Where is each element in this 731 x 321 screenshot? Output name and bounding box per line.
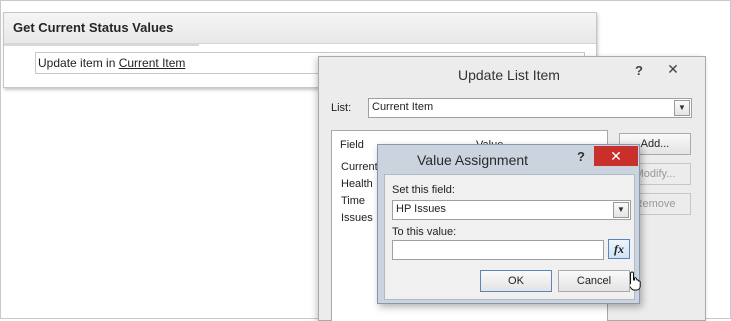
to-value-label: To this value: [392,226,457,238]
update-list-item-title: Update List Item [458,67,560,83]
set-field-label: Set this field: [392,184,455,196]
grid-header-field: Field [340,139,364,151]
va-close-button[interactable]: ✕ [594,146,638,166]
help-button[interactable]: ? [635,63,643,78]
to-value-input[interactable] [392,240,604,260]
value-assignment-dialog: Value Assignment ? ✕ Set this field: HP … [377,144,641,304]
current-item-link[interactable]: Current Item [119,56,186,70]
set-field-select[interactable]: HP Issues ▼ [392,200,631,220]
step-header: Get Current Status Values [4,13,596,44]
grid-row[interactable]: Current [341,161,378,173]
close-button[interactable]: ✕ [658,60,688,78]
value-assignment-body: Set this field: HP Issues ▼ To this valu… [384,174,641,300]
chevron-down-icon[interactable]: ▼ [674,100,690,116]
grid-row[interactable]: Time [341,195,365,207]
step-action-text: Update item in Current Item [38,56,185,70]
list-select[interactable]: Current Item ▼ [368,98,692,118]
chevron-down-icon[interactable]: ▼ [613,202,629,218]
step-action-prefix: Update item in [38,56,119,70]
grid-row[interactable]: Issues [341,212,373,224]
function-builder-button[interactable]: fx [608,239,630,259]
close-icon: ✕ [667,61,679,77]
cancel-button[interactable]: Cancel [558,270,630,292]
set-field-value: HP Issues [396,203,446,215]
value-assignment-title: Value Assignment [417,152,529,168]
step-title-underline [4,43,199,46]
grid-row[interactable]: Health [341,178,373,190]
function-icon: fx [614,242,624,256]
close-icon: ✕ [610,148,622,164]
step-title: Get Current Status Values [13,20,174,35]
list-select-value: Current Item [372,101,434,113]
ok-button[interactable]: OK [480,270,552,292]
va-help-button[interactable]: ? [577,149,585,164]
list-label: List: [331,102,352,114]
